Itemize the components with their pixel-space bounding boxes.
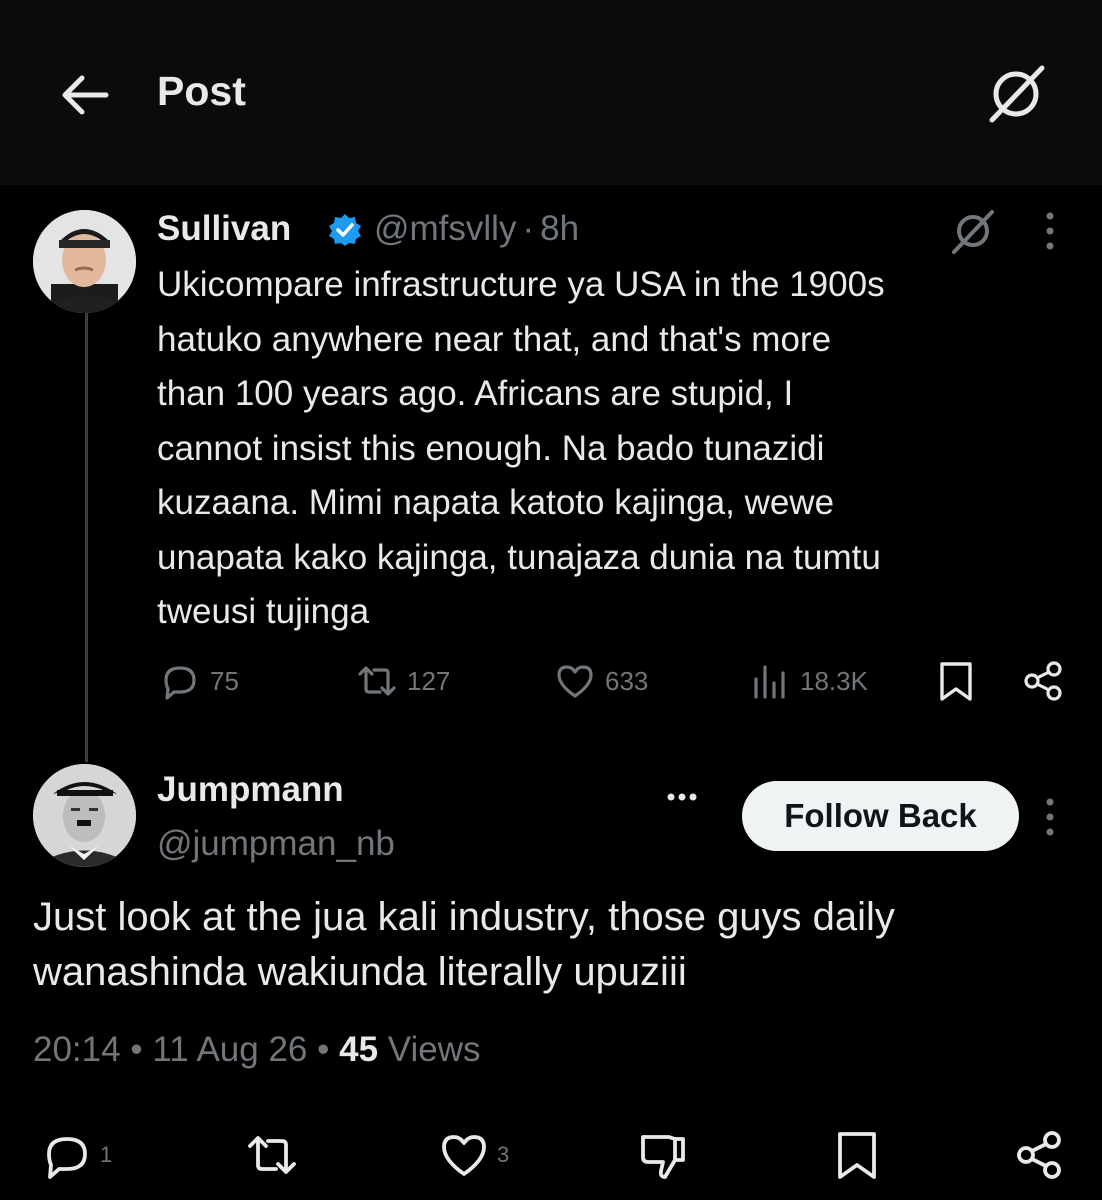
post-time[interactable]: 20:14 <box>33 1030 121 1069</box>
grok-button[interactable] <box>984 62 1048 126</box>
repost-button[interactable]: 127 <box>355 655 450 707</box>
top-bar: Post <box>0 0 1102 185</box>
dislike-button[interactable] <box>636 1125 690 1185</box>
grok-button[interactable] <box>948 208 998 254</box>
repost-icon <box>358 666 396 696</box>
bookmark-icon <box>940 662 972 701</box>
reply-icon <box>164 666 196 700</box>
author-name[interactable]: Jumpmann <box>157 770 344 810</box>
separator: • <box>130 1030 143 1069</box>
post-date[interactable]: 11 Aug 26 <box>152 1030 307 1069</box>
tweet-text: Ukicompare infrastructure ya USA in the … <box>157 265 885 631</box>
tweet-actions: 75 127 633 18.3K <box>0 655 1102 707</box>
more-vertical-icon <box>1046 212 1054 250</box>
author-handle[interactable]: @mfsvlly <box>374 209 516 248</box>
author-name[interactable]: Sullivan <box>157 209 291 249</box>
reply-count: 75 <box>210 665 239 696</box>
heart-icon <box>557 665 593 698</box>
bookmark-icon <box>838 1132 876 1179</box>
separator: · <box>522 209 535 248</box>
like-button[interactable]: 3 <box>437 1125 509 1185</box>
views-count: 45 <box>339 1030 379 1069</box>
share-icon <box>1024 661 1062 701</box>
repost-icon <box>248 1136 296 1174</box>
like-count: 633 <box>605 665 649 696</box>
page-title: Post <box>157 68 246 114</box>
views-chart-icon <box>754 665 785 699</box>
grok-icon <box>989 65 1045 123</box>
like-button[interactable]: 633 <box>553 655 648 707</box>
grok-icon <box>952 210 994 254</box>
author-handle[interactable]: @jumpman_nb <box>157 824 395 864</box>
more-options-button[interactable] <box>1040 796 1060 838</box>
tweet-time[interactable]: 8h <box>540 209 579 248</box>
verified-badge-icon <box>329 214 361 246</box>
profile-photo-jumpmann <box>33 764 136 867</box>
thumbs-down-icon <box>641 1135 685 1179</box>
more-options-button[interactable] <box>665 786 699 808</box>
more-vertical-icon <box>1046 798 1054 836</box>
bookmark-button[interactable] <box>934 655 978 707</box>
more-horizontal-icon <box>667 793 697 801</box>
reply-button[interactable]: 1 <box>40 1125 112 1185</box>
reply-icon <box>47 1137 87 1179</box>
like-count: 3 <box>497 1142 510 1167</box>
separator: • <box>317 1030 330 1069</box>
repost-button[interactable] <box>245 1125 299 1185</box>
profile-photo-sullivan <box>33 210 136 313</box>
view-count: 18.3K <box>800 665 868 696</box>
repost-count: 127 <box>407 665 451 696</box>
reply-actions: 1 3 <box>0 1125 1102 1185</box>
arrow-left-icon <box>62 75 109 115</box>
back-button[interactable] <box>58 70 112 120</box>
share-button[interactable] <box>1021 655 1065 707</box>
avatar[interactable] <box>33 210 136 313</box>
reply-count: 1 <box>100 1142 113 1167</box>
reply-button[interactable]: 75 <box>158 655 239 707</box>
share-button[interactable] <box>1012 1125 1066 1185</box>
share-icon <box>1017 1131 1061 1179</box>
views-button[interactable]: 18.3K <box>748 655 868 707</box>
avatar[interactable] <box>33 764 136 867</box>
post-timestamp: 20:14 • 11 Aug 26 • 45 Views <box>33 1030 481 1070</box>
more-options-button[interactable] <box>1040 210 1060 252</box>
heart-icon <box>442 1135 486 1176</box>
bookmark-button[interactable] <box>830 1125 884 1185</box>
follow-back-button[interactable]: Follow Back <box>742 781 1019 851</box>
tweet-meta: @mfsvlly · 8h <box>374 209 579 249</box>
reply-text: Just look at the jua kali industry, thos… <box>33 895 895 994</box>
views-label: Views <box>387 1030 481 1069</box>
